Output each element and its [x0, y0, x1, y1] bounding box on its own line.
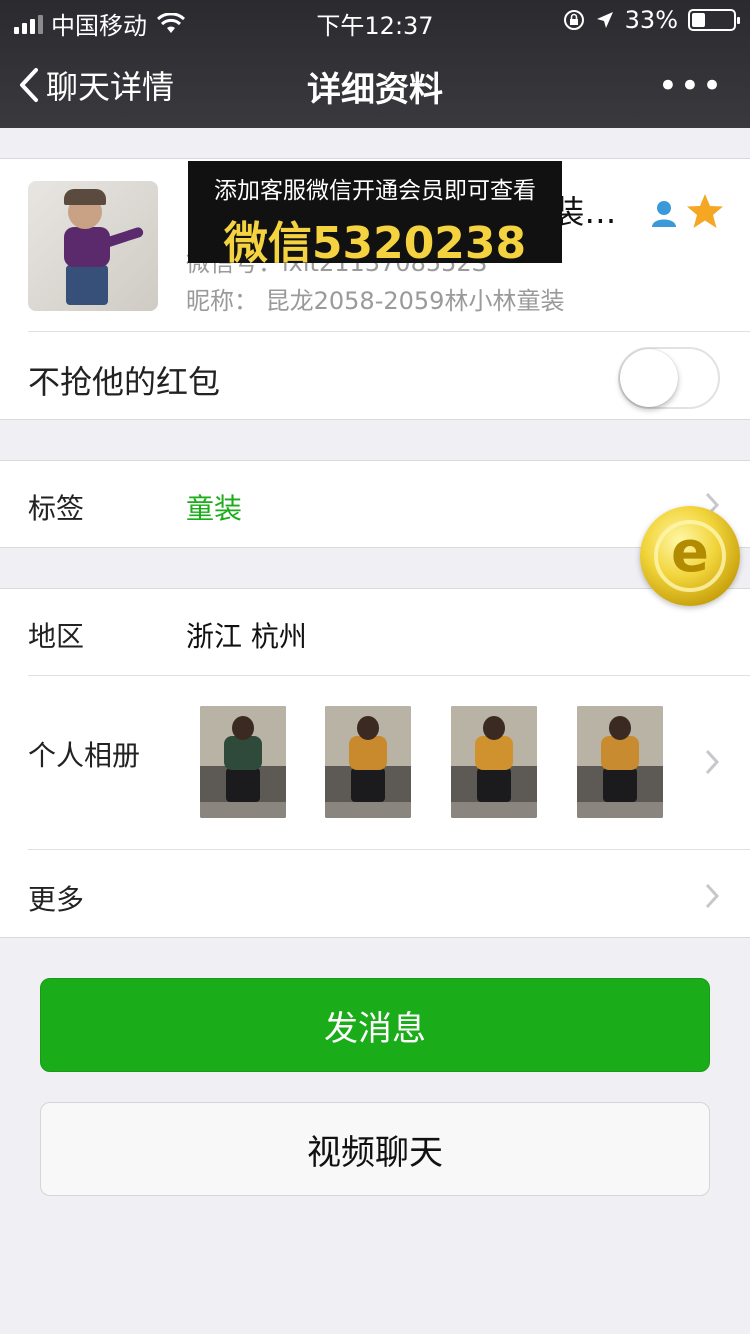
toggle-knob [620, 349, 678, 407]
page-title: 详细资料 [307, 70, 443, 110]
album-row[interactable]: 个人相册 [0, 676, 750, 848]
album-photo[interactable] [325, 706, 411, 818]
divider [28, 331, 750, 332]
region-label: 地区 [28, 620, 85, 653]
red-packet-toggle[interactable] [618, 347, 720, 409]
more-row[interactable]: 更多 [0, 850, 750, 938]
top-bar: 中国移动 下午12:37 33% 聊天详情 详细资料 ••• [0, 0, 750, 128]
rotation-lock-icon [563, 10, 584, 30]
album-photo[interactable] [451, 706, 537, 818]
tags-section[interactable]: 标签 童装 [0, 460, 750, 548]
location-arrow-icon [596, 12, 613, 28]
avatar[interactable] [28, 181, 158, 311]
star-icon[interactable] [686, 193, 724, 229]
promo-banner: 添加客服微信开通会员即可查看 微信5320238 [188, 161, 562, 269]
navigation-bar: 聊天详情 详细资料 ••• [0, 40, 750, 128]
battery-percent: 33% [624, 6, 678, 34]
more-dots-icon[interactable]: ••• [658, 66, 724, 106]
tags-value: 童装 [186, 492, 243, 525]
more-label: 更多 [28, 883, 85, 916]
battery-icon [688, 9, 740, 31]
region-value: 浙江 杭州 [186, 620, 307, 653]
status-bar: 中国移动 下午12:37 33% [0, 0, 750, 40]
red-packet-label: 不抢他的红包 [28, 363, 221, 401]
nickname: 昵称： 昆龙2058-2059林小林童装 [186, 287, 565, 315]
user-icon [652, 201, 676, 227]
details-section: 地区 浙江 杭州 个人相册 更多 [0, 588, 750, 938]
video-chat-button[interactable]: 视频聊天 [40, 1102, 710, 1196]
album-photo[interactable] [577, 706, 663, 818]
send-message-button[interactable]: 发消息 [40, 978, 710, 1072]
coin-icon[interactable]: e [640, 506, 740, 606]
promo-line-2: 微信5320238 [223, 218, 527, 269]
tags-label: 标签 [28, 492, 85, 525]
chevron-right-icon [705, 749, 720, 775]
chevron-right-icon [705, 883, 720, 909]
status-right: 33% [563, 6, 740, 34]
album-label: 个人相册 [28, 739, 141, 772]
profile-section: 昆龙2058-2059林小林童装… 微信号：lxlt2113708552S 昵称… [0, 158, 750, 420]
album-photo[interactable] [200, 706, 286, 818]
promo-line-1: 添加客服微信开通会员即可查看 [214, 178, 536, 204]
